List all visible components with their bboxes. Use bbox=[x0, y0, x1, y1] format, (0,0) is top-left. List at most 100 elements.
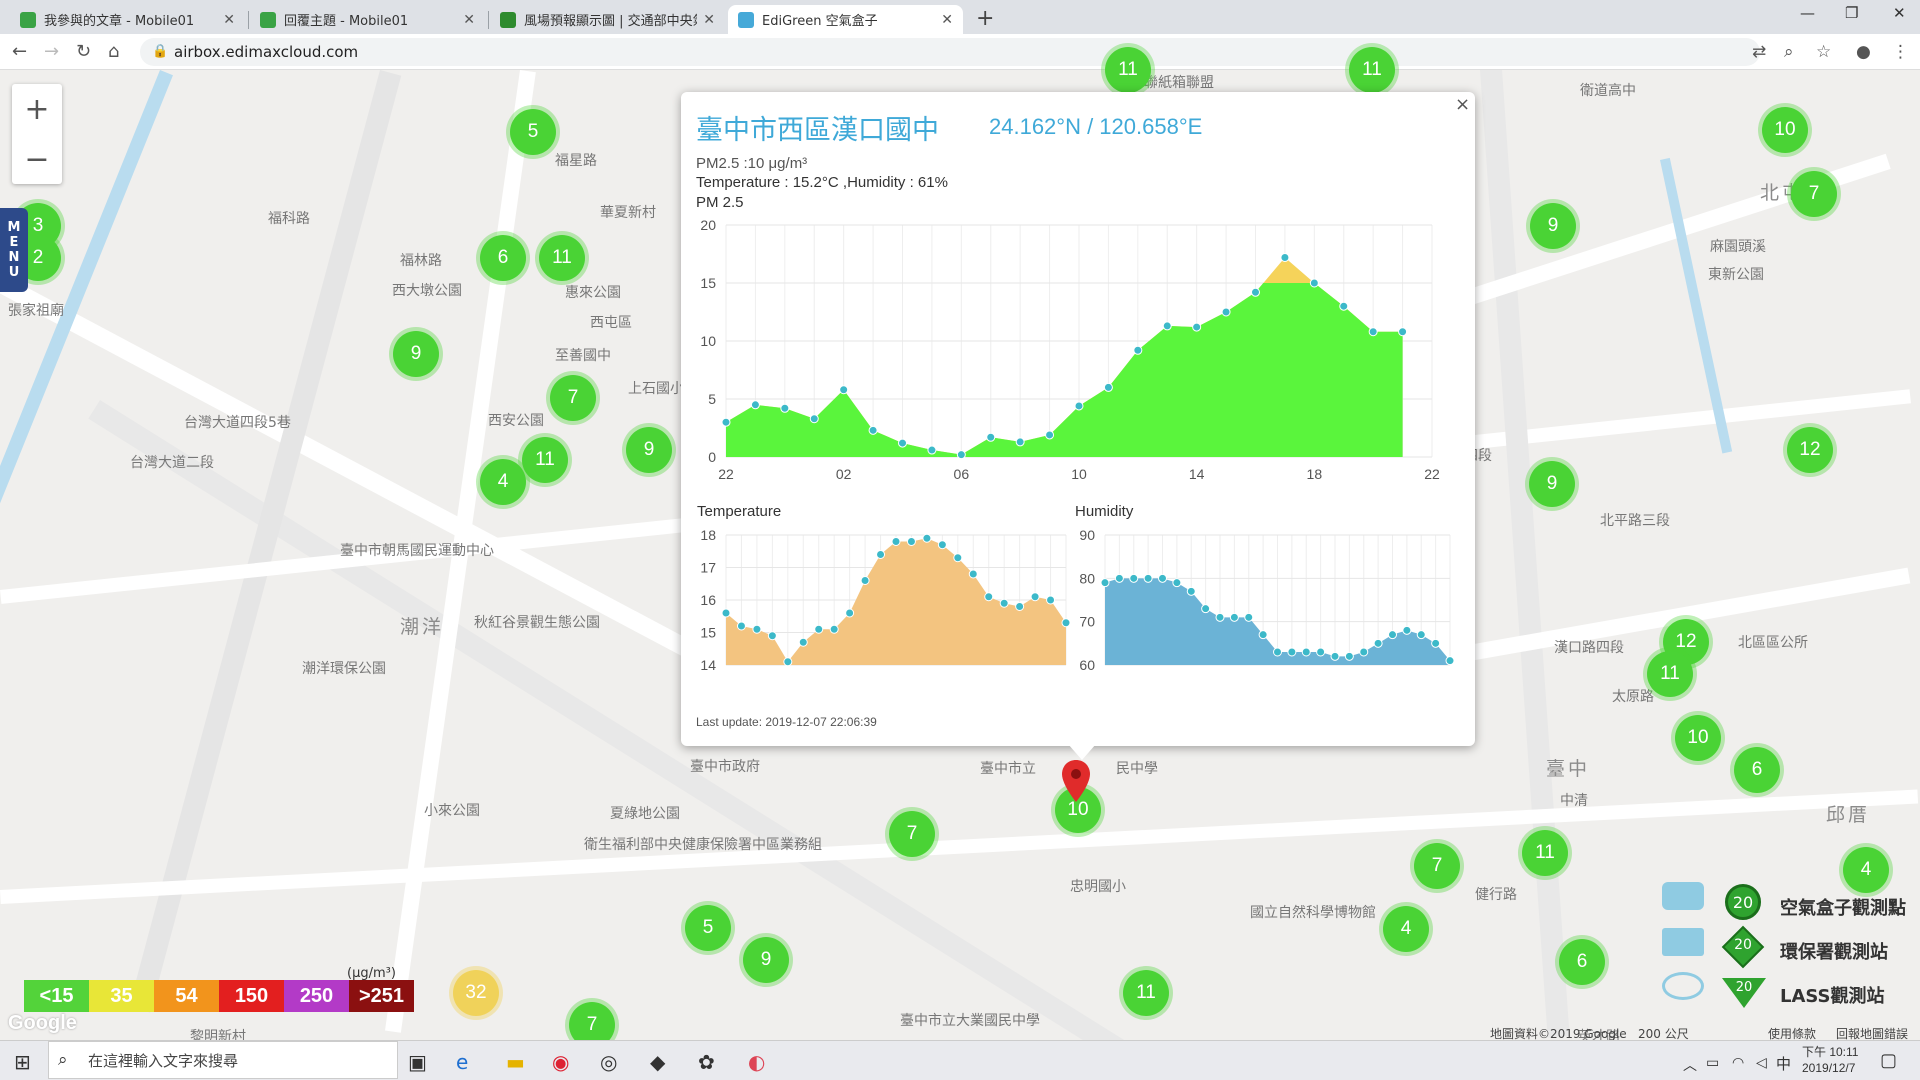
restore-icon[interactable]: ❐ bbox=[1845, 4, 1858, 22]
airbox-marker[interactable]: 11 bbox=[1123, 970, 1169, 1016]
airbox-marker[interactable]: 4 bbox=[1843, 847, 1889, 893]
zoom-control: + − bbox=[12, 84, 62, 184]
airbox-marker[interactable]: 4 bbox=[480, 459, 526, 505]
airbox-marker[interactable]: 7 bbox=[1791, 171, 1837, 217]
airbox-marker[interactable]: 7 bbox=[1414, 843, 1460, 889]
airbox-marker[interactable]: 32 bbox=[453, 970, 499, 1016]
airbox-marker[interactable]: 7 bbox=[550, 375, 596, 421]
data-point bbox=[721, 417, 731, 427]
map-place-label: 國立自然科學博物館 bbox=[1250, 905, 1376, 921]
airbox-marker[interactable]: 9 bbox=[626, 427, 672, 473]
airbox-marker[interactable]: 10 bbox=[1675, 715, 1721, 761]
airbox-marker[interactable]: 11 bbox=[522, 437, 568, 483]
map-place-label: 臺中市朝馬國民運動中心 bbox=[340, 543, 494, 559]
profile-avatar-icon[interactable]: ● bbox=[1856, 42, 1871, 62]
airbox-marker[interactable]: 4 bbox=[1383, 906, 1429, 952]
legend-lass-label: LASS觀測站 bbox=[1780, 986, 1885, 1007]
airbox-marker[interactable]: 9 bbox=[743, 937, 789, 983]
app-icon-3[interactable]: ✿ bbox=[698, 1050, 715, 1074]
airbox-marker[interactable]: 9 bbox=[393, 331, 439, 377]
chrome-icon[interactable]: ◉ bbox=[552, 1050, 569, 1074]
airbox-marker[interactable]: 9 bbox=[1529, 461, 1575, 507]
notification-icon[interactable]: ▢ bbox=[1880, 1050, 1897, 1071]
clock-date[interactable]: 2019/12/7 bbox=[1802, 1061, 1855, 1075]
data-point bbox=[927, 445, 937, 455]
airbox-marker[interactable]: 6 bbox=[480, 235, 526, 281]
mobile01-favicon-icon bbox=[20, 11, 36, 28]
app-icon-2[interactable]: ◆ bbox=[650, 1050, 665, 1074]
app-icon-4[interactable]: ◐ bbox=[748, 1050, 765, 1074]
scale-segment: 54 bbox=[154, 980, 219, 1012]
edigreen-favicon-icon bbox=[738, 11, 754, 28]
taskbar-search-placeholder[interactable]: 在這裡輸入文字來搜尋 bbox=[88, 1050, 238, 1071]
address-bar[interactable] bbox=[140, 38, 1760, 66]
airbox-marker[interactable]: 7 bbox=[889, 811, 935, 857]
tab-close-icon[interactable]: ✕ bbox=[703, 12, 715, 28]
airbox-marker[interactable]: 11 bbox=[539, 235, 585, 281]
airbox-marker[interactable]: 11 bbox=[1105, 47, 1151, 93]
tab-close-icon[interactable]: ✕ bbox=[223, 12, 235, 28]
forward-arrow-icon[interactable]: → bbox=[44, 41, 59, 62]
airbox-marker[interactable]: 5 bbox=[685, 905, 731, 951]
windows-start-icon[interactable]: ⊞ bbox=[14, 1050, 31, 1074]
url-text[interactable]: airbox.edimaxcloud.com bbox=[174, 43, 358, 61]
map-place-label: 福科路 bbox=[268, 211, 310, 227]
data-point bbox=[1431, 638, 1441, 648]
reload-icon[interactable]: ↻ bbox=[76, 41, 91, 62]
map-place-label: 台灣大道四段5巷 bbox=[184, 415, 291, 431]
app-icon-1[interactable]: ◎ bbox=[600, 1050, 617, 1074]
temperature-chart-title: Temperature bbox=[697, 503, 782, 520]
airbox-marker[interactable]: 9 bbox=[1530, 203, 1576, 249]
map-place-label: 北區區公所 bbox=[1738, 635, 1808, 651]
airbox-marker[interactable]: 5 bbox=[510, 109, 556, 155]
clock-time[interactable]: 下午 10:11 bbox=[1802, 1043, 1858, 1060]
airbox-marker[interactable]: 6 bbox=[1559, 939, 1605, 985]
popup-close-button[interactable]: × bbox=[1455, 94, 1470, 115]
minimize-icon[interactable]: — bbox=[1800, 4, 1815, 22]
edge-browser-icon[interactable]: e bbox=[456, 1050, 468, 1074]
tab-mobile01-articles[interactable]: 我參與的文章 - Mobile01 ✕ bbox=[10, 5, 245, 34]
airbox-marker[interactable]: 6 bbox=[1734, 747, 1780, 793]
tab-edigreen[interactable]: EdiGreen 空氣盒子 ✕ bbox=[728, 5, 963, 34]
data-point bbox=[1330, 651, 1340, 661]
bookmark-star-icon[interactable]: ☆ bbox=[1816, 42, 1831, 62]
side-menu-tab[interactable]: MENU bbox=[0, 208, 28, 292]
volume-icon[interactable]: ◁ bbox=[1756, 1054, 1767, 1071]
tab-close-icon[interactable]: ✕ bbox=[463, 12, 475, 28]
airbox-marker[interactable]: 10 bbox=[1762, 107, 1808, 153]
home-icon[interactable]: ⌂ bbox=[108, 41, 119, 62]
tab-mobile01-reply[interactable]: 回覆主題 - Mobile01 ✕ bbox=[250, 5, 485, 34]
more-menu-icon[interactable]: ⋮ bbox=[1892, 42, 1909, 62]
tab-weather-wind[interactable]: 風場預報顯示圖 | 交通部中央氣象局 ✕ bbox=[490, 5, 725, 34]
legend-airbox-label: 空氣盒子觀測點 bbox=[1780, 898, 1906, 919]
wifi-icon[interactable]: ◠ bbox=[1732, 1054, 1744, 1071]
tray-chevron-icon[interactable]: ︿ bbox=[1683, 1055, 1697, 1075]
data-point bbox=[721, 608, 731, 618]
battery-icon[interactable]: ▭ bbox=[1706, 1054, 1719, 1071]
data-point bbox=[986, 432, 996, 442]
airbox-marker[interactable]: 11 bbox=[1349, 47, 1395, 93]
data-point bbox=[953, 553, 963, 563]
translate-icon[interactable]: ⇄ bbox=[1752, 42, 1766, 62]
data-point bbox=[1416, 630, 1426, 640]
data-point bbox=[1359, 647, 1369, 657]
zoom-icon[interactable]: ⌕ bbox=[1784, 42, 1794, 62]
new-tab-plus-icon[interactable]: + bbox=[976, 6, 994, 31]
file-explorer-icon[interactable]: ▬ bbox=[506, 1050, 525, 1074]
airbox-marker[interactable]: 11 bbox=[1522, 830, 1568, 876]
airbox-badge: 20 bbox=[1725, 884, 1761, 920]
map-pin-icon[interactable] bbox=[1060, 758, 1092, 806]
airbox-marker[interactable]: 11 bbox=[1647, 651, 1693, 697]
task-view-icon[interactable]: ▣ bbox=[408, 1050, 427, 1074]
ime-indicator[interactable]: 中 bbox=[1776, 1053, 1791, 1074]
y-tick-label: 5 bbox=[708, 391, 716, 407]
airbox-marker[interactable]: 12 bbox=[1787, 427, 1833, 473]
x-tick-label: 10 bbox=[1071, 466, 1087, 482]
humidity-chart: 60 70 80 90 bbox=[1079, 527, 1455, 673]
zoom-out-button[interactable]: − bbox=[12, 134, 62, 184]
back-arrow-icon[interactable]: ← bbox=[12, 41, 27, 62]
humidity-chart-title: Humidity bbox=[1075, 503, 1134, 520]
window-close-icon[interactable]: ✕ bbox=[1893, 4, 1906, 22]
zoom-in-button[interactable]: + bbox=[12, 84, 62, 134]
tab-close-icon[interactable]: ✕ bbox=[941, 12, 953, 28]
